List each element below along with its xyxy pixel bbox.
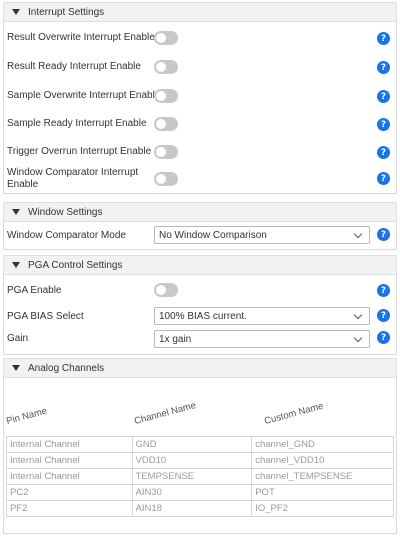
result-overwrite-row: Result Overwrite Interrupt Enable — [7, 30, 390, 46]
window-comparator-mode-select[interactable]: No Window Comparison — [154, 226, 370, 244]
help-icon[interactable]: ? — [377, 146, 390, 159]
section-title: PGA Control Settings — [28, 259, 123, 271]
field-label: Sample Ready Interrupt Enable — [7, 118, 147, 129]
analog-channels-header[interactable]: Analog Channels — [3, 358, 397, 378]
toggle-knob — [156, 33, 166, 43]
collapse-triangle-icon — [12, 262, 20, 268]
table-row[interactable]: Internal Channel TEMPSENSE channel_TEMPS… — [6, 468, 394, 485]
section-title: Window Settings — [28, 206, 103, 218]
toggle-knob — [156, 119, 166, 129]
help-icon[interactable]: ? — [377, 90, 390, 103]
channel-name-cell: VDD10 — [131, 452, 253, 469]
field-label: Window Comparator Interrupt Enable — [7, 167, 139, 190]
field-label: Result Ready Interrupt Enable — [7, 61, 141, 72]
custom-name-cell[interactable]: channel_GND — [251, 436, 394, 453]
chevron-down-icon — [353, 310, 363, 320]
result-overwrite-toggle[interactable] — [154, 31, 178, 45]
collapse-triangle-icon — [12, 9, 20, 15]
pga-enable-toggle[interactable] — [154, 283, 178, 297]
toggle-knob — [156, 285, 166, 295]
help-icon[interactable]: ? — [377, 331, 390, 344]
chevron-down-icon — [353, 333, 363, 343]
sample-ready-toggle[interactable] — [154, 117, 178, 131]
table-row[interactable]: PF2 AIN18 IO_PF2 — [6, 500, 394, 517]
field-label: PGA Enable — [7, 285, 62, 296]
help-icon[interactable]: ? — [377, 32, 390, 45]
custom-name-cell[interactable]: channel_TEMPSENSE — [251, 468, 394, 485]
custom-name-cell[interactable]: IO_PF2 — [251, 500, 394, 517]
toggle-knob — [156, 91, 166, 101]
pga-settings-header[interactable]: PGA Control Settings — [3, 255, 397, 275]
pin-name-cell: Internal Channel — [6, 436, 133, 453]
pga-enable-row: PGA Enable — [7, 283, 390, 299]
toggle-knob — [156, 62, 166, 72]
field-label: Result Overwrite Interrupt Enable — [7, 32, 155, 43]
select-value: 1x gain — [159, 333, 192, 345]
custom-name-cell[interactable]: channel_VDD10 — [251, 452, 394, 469]
toggle-knob — [156, 174, 166, 184]
window-comparator-interrupt-toggle[interactable] — [154, 172, 178, 186]
help-icon[interactable]: ? — [377, 228, 390, 241]
window-settings-header[interactable]: Window Settings — [3, 202, 397, 222]
field-label: Window Comparator Mode — [7, 230, 126, 241]
toggle-knob — [156, 147, 166, 157]
help-icon[interactable]: ? — [377, 61, 390, 74]
section-title: Analog Channels — [28, 362, 105, 374]
collapse-triangle-icon — [12, 209, 20, 215]
interrupt-settings-header[interactable]: Interrupt Settings — [3, 2, 397, 22]
analog-channels-table: Internal Channel GND channel_GND Interna… — [6, 436, 394, 517]
field-label: PGA BIAS Select — [7, 311, 84, 322]
select-value: No Window Comparison — [159, 229, 267, 241]
field-label: Gain — [7, 333, 29, 344]
channel-name-cell: AIN30 — [131, 484, 253, 501]
pin-name-cell: PC2 — [6, 484, 133, 501]
pga-bias-select[interactable]: 100% BIAS current. — [154, 307, 370, 325]
help-icon[interactable]: ? — [377, 284, 390, 297]
channel-name-cell: TEMPSENSE — [131, 468, 253, 485]
chevron-down-icon — [353, 229, 363, 239]
sample-overwrite-row: Sample Overwrite Interrupt Enable — [7, 88, 390, 104]
table-row[interactable]: PC2 AIN30 POT — [6, 484, 394, 501]
sample-overwrite-toggle[interactable] — [154, 89, 178, 103]
table-row[interactable]: Internal Channel GND channel_GND — [6, 436, 394, 453]
channel-name-cell: AIN18 — [131, 500, 253, 517]
section-title: Interrupt Settings — [28, 6, 105, 18]
window-comparator-interrupt-row: Window Comparator Interrupt Enable — [7, 166, 390, 192]
result-ready-toggle[interactable] — [154, 60, 178, 74]
pin-name-cell: Internal Channel — [6, 468, 133, 485]
trigger-overrun-row: Trigger Overrun Interrupt Enable — [7, 144, 390, 160]
custom-name-cell[interactable]: POT — [251, 484, 394, 501]
pin-name-cell: Internal Channel — [6, 452, 133, 469]
field-label: Sample Overwrite Interrupt Enable — [7, 90, 161, 101]
collapse-triangle-icon — [12, 365, 20, 371]
table-row[interactable]: Internal Channel VDD10 channel_VDD10 — [6, 452, 394, 469]
sample-ready-row: Sample Ready Interrupt Enable — [7, 116, 390, 132]
select-value: 100% BIAS current. — [159, 310, 247, 322]
result-ready-row: Result Ready Interrupt Enable — [7, 59, 390, 75]
help-icon[interactable]: ? — [377, 172, 390, 185]
pin-name-cell: PF2 — [6, 500, 133, 517]
channel-name-cell: GND — [131, 436, 253, 453]
gain-select[interactable]: 1x gain — [154, 330, 370, 348]
trigger-overrun-toggle[interactable] — [154, 145, 178, 159]
help-icon[interactable]: ? — [377, 118, 390, 131]
field-label: Trigger Overrun Interrupt Enable — [7, 146, 152, 157]
help-icon[interactable]: ? — [377, 309, 390, 322]
